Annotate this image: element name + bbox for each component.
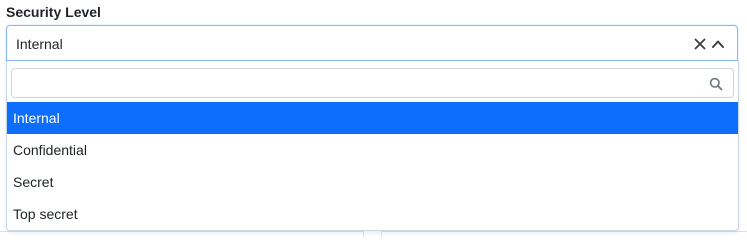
search-icon bbox=[709, 77, 723, 91]
search-input[interactable] bbox=[12, 69, 702, 97]
options-list: Internal Confidential Secret Top secret bbox=[7, 102, 738, 230]
option-secret[interactable]: Secret bbox=[7, 166, 738, 198]
close-icon[interactable] bbox=[693, 35, 707, 53]
security-level-field: Security Level Internal Internal Confide… bbox=[0, 0, 747, 238]
dropdown-menu: Internal Confidential Secret Top secret bbox=[6, 61, 739, 231]
background-divider bbox=[381, 231, 382, 238]
option-confidential[interactable]: Confidential bbox=[7, 134, 738, 166]
background-divider bbox=[0, 231, 363, 232]
chevron-up-icon[interactable] bbox=[711, 36, 725, 52]
search-box bbox=[11, 68, 734, 98]
option-top-secret[interactable]: Top secret bbox=[7, 198, 738, 230]
field-label: Security Level bbox=[6, 4, 101, 20]
background-divider bbox=[381, 231, 747, 232]
selected-value: Internal bbox=[16, 36, 63, 52]
background-divider bbox=[363, 231, 364, 238]
option-internal[interactable]: Internal bbox=[7, 102, 738, 134]
security-level-select[interactable]: Internal bbox=[6, 25, 738, 61]
